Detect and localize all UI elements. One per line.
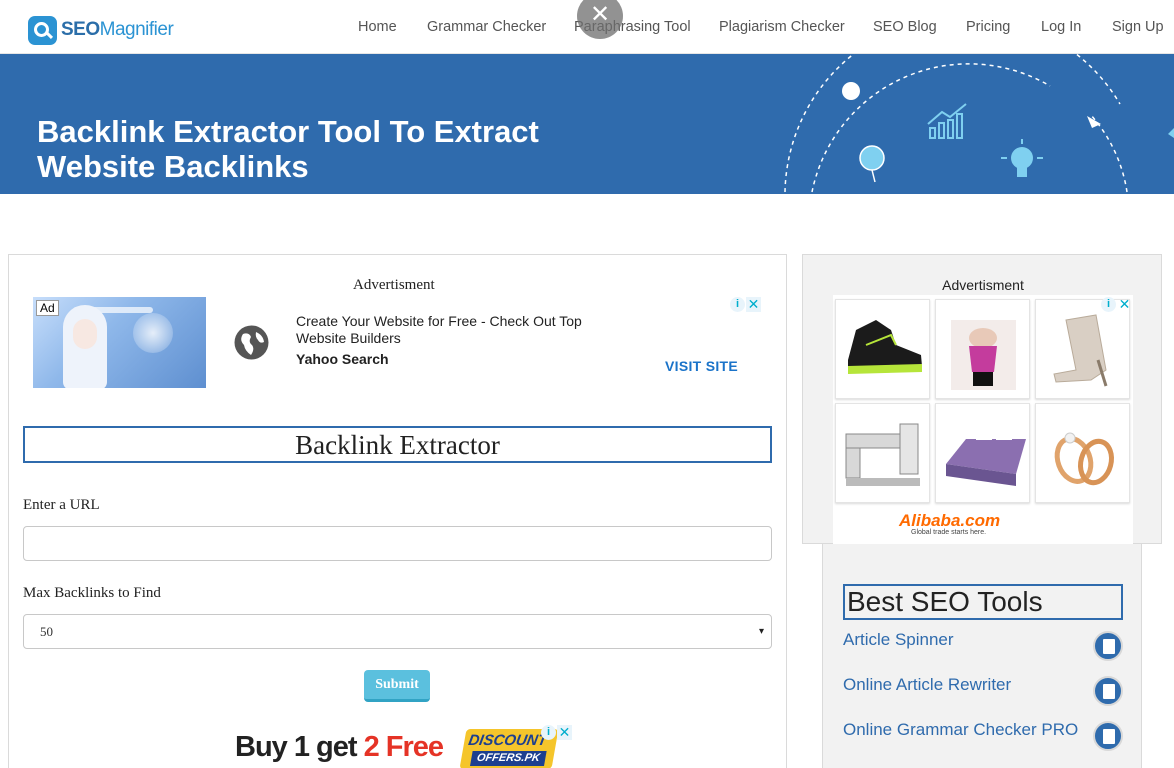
bedspread-icon [946,432,1026,486]
nav-grammar-checker[interactable]: Grammar Checker [427,19,546,35]
tool-link-online-article-rewriter[interactable]: Online Article Rewriter [843,675,1083,694]
article-rewriter-icon[interactable] [1093,676,1123,706]
close-ad-icon[interactable]: ✕ [746,297,761,312]
nav-sign-up[interactable]: Sign Up [1112,19,1164,35]
promo-text-buy: Buy 1 get [235,731,364,763]
best-seo-tools-title: Best SEO Tools [843,584,1123,620]
ad-headline[interactable]: Create Your Website for Free - Check Out… [296,313,596,347]
hero-banner: Backlink Extractor Tool To Extract Websi… [0,54,1174,194]
max-backlinks-value: 50 [40,624,53,639]
rings-icon [1054,432,1114,486]
grammar-checker-icon[interactable] [1093,721,1123,751]
product-bedspread[interactable] [935,403,1030,503]
top-navbar: SEOMagnifier Home Grammar Checker Paraph… [0,0,1174,54]
sidebar-info-icon[interactable]: i [1101,297,1116,312]
ad-caption: Advertisment [353,277,435,293]
submit-button[interactable]: Submit [364,670,430,702]
corset-icon [951,320,1016,390]
tool-title: Backlink Extractor [23,426,772,463]
sidebar-adchoices-icon[interactable]: i ✕ [1101,297,1133,312]
nav-log-in[interactable]: Log In [1041,19,1081,35]
sidebar-ad: Advertisment Alibaba.com Global trade st… [802,254,1162,545]
product-sewing-machine[interactable] [835,403,930,503]
caret-down-icon: ▾ [758,626,764,637]
nav-plagiarism-checker[interactable]: Plagiarism Checker [719,19,845,35]
promo-banner[interactable]: Buy 1 get 2 Free DISCOUNT OFFERS.PK i ✕ [235,725,572,768]
url-input[interactable] [23,526,772,561]
max-backlinks-label: Max Backlinks to Find [23,585,161,601]
lightbulb-icon [1001,139,1043,177]
alibaba-brand: Alibaba.com [899,511,1001,530]
promo-info-icon[interactable]: i [541,725,556,740]
promo-close-icon[interactable]: ✕ [557,725,572,740]
info-icon[interactable]: i [730,297,745,312]
product-grid[interactable]: Alibaba.com Global trade starts here. i … [833,295,1133,545]
location-pin-icon [859,145,885,183]
url-label: Enter a URL [23,497,100,513]
nav-pricing[interactable]: Pricing [966,19,1010,35]
adchoices-icon[interactable]: i ✕ [730,297,762,312]
ad-banner-image[interactable]: Ad [33,297,206,388]
max-backlinks-select[interactable]: 50 ▾ [23,614,772,649]
promo-text: Buy 1 get 2 Free [235,731,444,764]
alibaba-logo[interactable]: Alibaba.com Global trade starts here. [899,511,1000,536]
sewing-machine-icon [845,423,920,486]
tool-link-article-spinner[interactable]: Article Spinner [843,630,1083,649]
page-title: Backlink Extractor Tool To Extract Websi… [37,114,539,184]
promo-adchoices-icon[interactable]: i ✕ [541,725,573,740]
product-corset[interactable] [935,299,1030,399]
dot-icon [842,82,860,100]
product-sneaker[interactable] [835,299,930,399]
ad-source: Yahoo Search [296,351,389,367]
sidebar-close-icon[interactable]: ✕ [1117,297,1132,312]
tool-link-online-grammar-checker-pro[interactable]: Online Grammar Checker PRO [843,720,1083,739]
badge-offers-text: OFFERS.PK [470,751,547,766]
alibaba-tagline: Global trade starts here. [911,529,987,536]
product-sandal[interactable] [1035,299,1130,399]
globe-icon [234,325,269,360]
chart-growth-icon [927,103,967,139]
sneaker-icon [848,320,922,374]
sidebar-ad-caption: Advertisment [942,277,1024,293]
best-seo-tools-panel: Best SEO Tools Article Spinner Online Ar… [822,544,1142,768]
nav-seo-blog[interactable]: SEO Blog [873,19,937,35]
main-panel: Advertisment Ad Create Your Website for … [8,254,787,768]
visit-site-link[interactable]: VISIT SITE [665,358,738,374]
badge-discount-text: DISCOUNT [467,732,549,749]
promo-text-free: 2 Free [363,731,444,763]
article-spinner-icon[interactable] [1093,631,1123,661]
nav-home[interactable]: Home [358,19,397,35]
product-rings[interactable] [1035,403,1130,503]
ad-tag-badge: Ad [36,300,59,316]
sandal-icon [1053,314,1108,387]
